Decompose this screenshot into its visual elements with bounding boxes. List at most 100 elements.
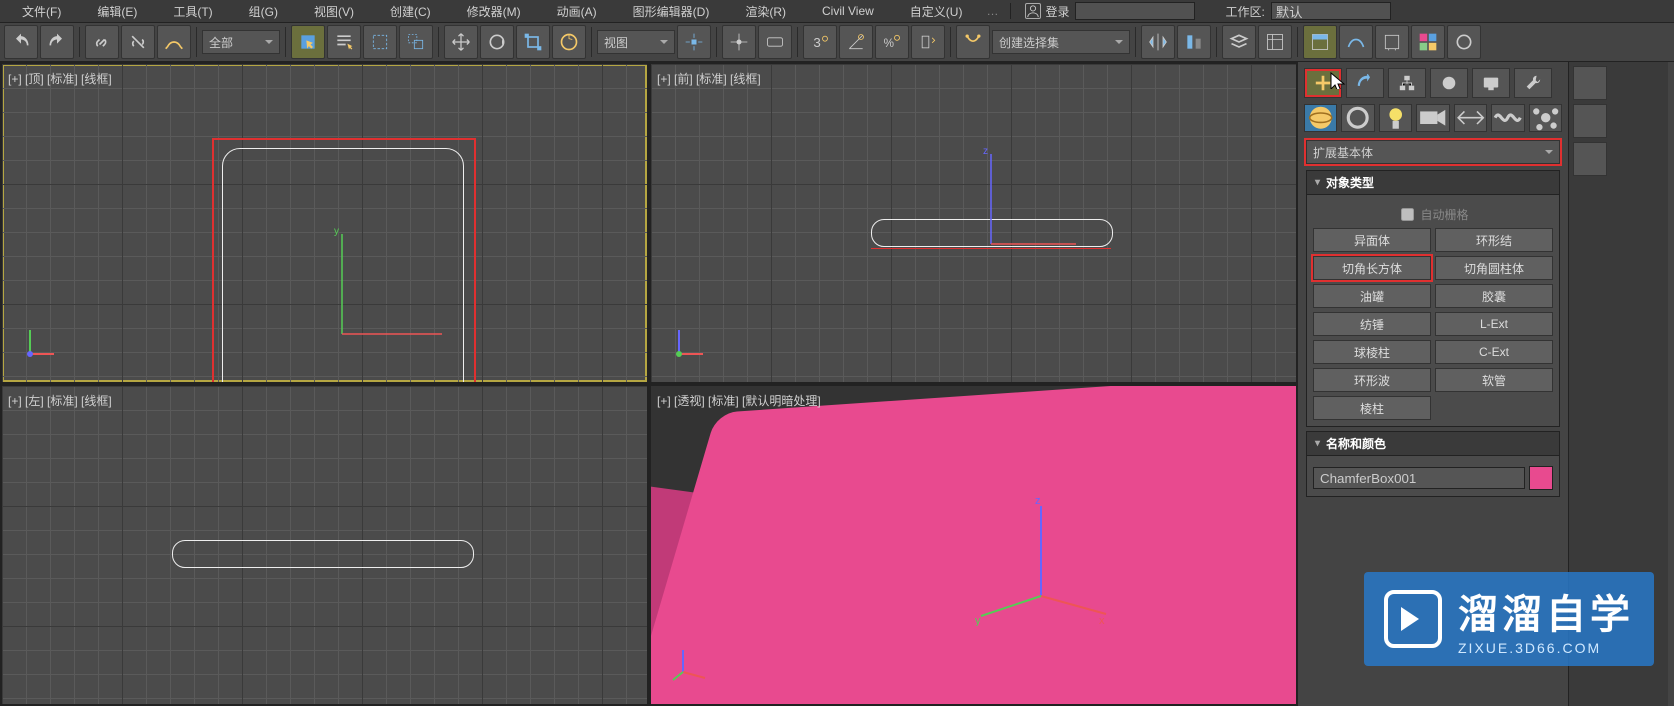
menu-modifier[interactable]: 修改器(M) (449, 3, 539, 20)
helpers-button[interactable] (1454, 104, 1487, 132)
link-button[interactable] (85, 25, 119, 59)
menu-group[interactable]: 组(G) (231, 3, 296, 20)
btn-spindle[interactable]: 纺锤 (1313, 312, 1431, 336)
object-color-swatch[interactable] (1529, 466, 1553, 490)
watermark-url: ZIXUE.3D66.COM (1458, 640, 1634, 656)
placement-button[interactable] (552, 25, 586, 59)
chamferbox-wireframe[interactable] (172, 540, 474, 568)
rect-select-button[interactable] (363, 25, 397, 59)
menu-more[interactable]: … (980, 4, 1004, 18)
menu-custom[interactable]: 自定义(U) (892, 3, 981, 20)
transform-gizmo-icon[interactable]: z (981, 144, 1081, 254)
btn-capsule[interactable]: 胶囊 (1435, 284, 1553, 308)
viewport-top[interactable]: [+] [顶] [标准] [线框] y (2, 64, 647, 382)
btn-chamfercyl[interactable]: 切角圆柱体 (1435, 256, 1553, 280)
display-tab[interactable] (1472, 68, 1510, 98)
material-editor-button[interactable] (1411, 25, 1445, 59)
spacewarps-button[interactable] (1491, 104, 1524, 132)
btn-oiltank[interactable]: 油罐 (1313, 284, 1431, 308)
curve-editor-button[interactable] (1339, 25, 1373, 59)
shapes-button[interactable] (1341, 104, 1374, 132)
mirror-button[interactable] (1141, 25, 1175, 59)
toggle-ribbon-button[interactable] (1303, 25, 1337, 59)
btn-prism[interactable]: 棱柱 (1313, 396, 1431, 420)
viewport-perspective[interactable]: [+] [透视] [标准] [默认明暗处理] z x y (651, 386, 1296, 704)
btn-ringwave[interactable]: 环形波 (1313, 368, 1431, 392)
scene-explorer-button[interactable] (1258, 25, 1292, 59)
viewport-front[interactable]: [+] [前] [标准] [线框] z (651, 64, 1296, 382)
play-icon (1384, 590, 1442, 648)
righttool-icon[interactable] (1573, 142, 1607, 176)
menu-bar: 文件(F) 编辑(E) 工具(T) 组(G) 视图(V) 创建(C) 修改器(M… (0, 0, 1674, 23)
viewport-label[interactable]: [+] [透视] [标准] [默认明暗处理] (657, 392, 821, 409)
unlink-button[interactable] (121, 25, 155, 59)
menu-render[interactable]: 渲染(R) (727, 3, 804, 20)
percent-snap-button[interactable]: % (875, 25, 909, 59)
systems-button[interactable] (1529, 104, 1562, 132)
btn-c-ext[interactable]: C-Ext (1435, 340, 1553, 364)
redo-button[interactable] (40, 25, 74, 59)
selection-filter-dropdown[interactable]: 全部 (202, 30, 280, 54)
utilities-tab[interactable] (1514, 68, 1552, 98)
btn-gengon[interactable]: 球棱柱 (1313, 340, 1431, 364)
menu-view[interactable]: 视图(V) (296, 3, 372, 20)
autogrid-checkbox[interactable] (1401, 208, 1414, 221)
menu-anim[interactable]: 动画(A) (539, 3, 615, 20)
ref-coord-dropdown[interactable]: 视图 (597, 30, 675, 54)
righttool-icon[interactable] (1573, 104, 1607, 138)
transform-gizmo-icon[interactable]: y (332, 224, 452, 344)
selection-set-dropdown[interactable]: 创建选择集 (992, 30, 1130, 54)
viewport-label[interactable]: [+] [顶] [标准] [线框] (8, 70, 112, 87)
pivot-button[interactable] (677, 25, 711, 59)
btn-hose[interactable]: 软管 (1435, 368, 1553, 392)
viewport-label[interactable]: [+] [左] [标准] [线框] (8, 392, 112, 409)
user-icon (1025, 3, 1041, 19)
viewport-left[interactable]: [+] [左] [标准] [线框] (2, 386, 647, 704)
select-by-name-button[interactable] (327, 25, 361, 59)
bind-button[interactable] (157, 25, 191, 59)
undo-button[interactable] (4, 25, 38, 59)
window-crossing-button[interactable] (399, 25, 433, 59)
cameras-button[interactable] (1416, 104, 1449, 132)
layer-button[interactable] (1222, 25, 1256, 59)
menu-create[interactable]: 创建(C) (372, 3, 449, 20)
render-setup-button[interactable] (1447, 25, 1481, 59)
motion-tab[interactable] (1430, 68, 1468, 98)
named-sel-button[interactable] (956, 25, 990, 59)
object-name-input[interactable] (1313, 467, 1525, 489)
menu-file[interactable]: 文件(F) (4, 3, 79, 20)
lights-button[interactable] (1379, 104, 1412, 132)
rollout-header[interactable]: 对象类型 (1306, 170, 1560, 195)
schematic-view-button[interactable] (1375, 25, 1409, 59)
manipulate-button[interactable] (722, 25, 756, 59)
menu-tools[interactable]: 工具(T) (155, 3, 230, 20)
modify-tab[interactable] (1346, 68, 1384, 98)
rotate-button[interactable] (480, 25, 514, 59)
workspace-input[interactable] (1271, 2, 1391, 20)
btn-torus-knot[interactable]: 环形结 (1435, 228, 1553, 252)
create-tab[interactable] (1304, 68, 1342, 98)
login-label[interactable]: 登录 (1045, 3, 1069, 20)
btn-l-ext[interactable]: L-Ext (1435, 312, 1553, 336)
righttool-icon[interactable] (1573, 66, 1607, 100)
snap-button[interactable]: 3 (803, 25, 837, 59)
viewport-label[interactable]: [+] [前] [标准] [线框] (657, 70, 761, 87)
menu-graph[interactable]: 图形编辑器(D) (615, 3, 728, 20)
transform-gizmo-icon[interactable]: z x y (971, 496, 1111, 626)
move-button[interactable] (444, 25, 478, 59)
scale-button[interactable] (516, 25, 550, 59)
angle-snap-button[interactable] (839, 25, 873, 59)
spinner-snap-button[interactable] (911, 25, 945, 59)
category-dropdown[interactable]: 扩展基本体 (1306, 140, 1560, 164)
login-input[interactable] (1075, 2, 1195, 20)
select-object-button[interactable] (291, 25, 325, 59)
align-button[interactable] (1177, 25, 1211, 59)
hierarchy-tab[interactable] (1388, 68, 1426, 98)
menu-edit[interactable]: 编辑(E) (79, 3, 155, 20)
btn-chamferbox[interactable]: 切角长方体 (1313, 256, 1431, 280)
rollout-header[interactable]: 名称和颜色 (1306, 431, 1560, 456)
btn-hedra[interactable]: 异面体 (1313, 228, 1431, 252)
keyboard-shortcut-button[interactable] (758, 25, 792, 59)
geometry-button[interactable] (1304, 104, 1337, 132)
menu-civil[interactable]: Civil View (804, 4, 892, 18)
